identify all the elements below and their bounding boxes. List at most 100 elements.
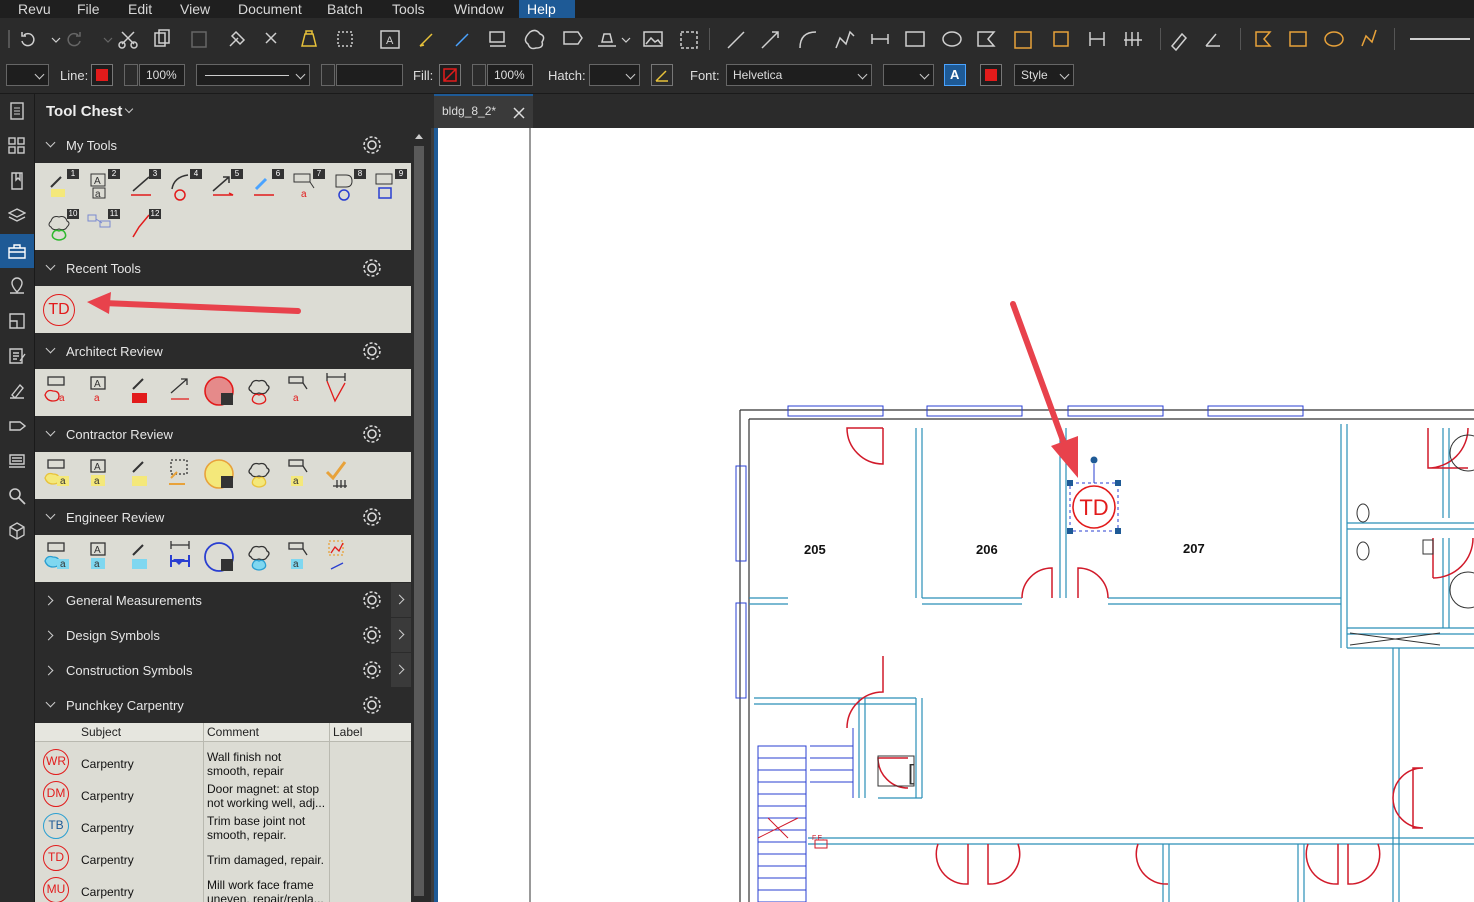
3d-icon[interactable]	[0, 514, 34, 548]
gear-icon[interactable]	[362, 590, 382, 610]
chevron-down-icon[interactable]	[45, 697, 56, 708]
menu-revu[interactable]: Revu	[10, 0, 59, 18]
text-color-icon[interactable]: A	[944, 64, 966, 86]
spaces-icon[interactable]	[0, 304, 34, 338]
fill-color-swatch[interactable]	[439, 64, 461, 86]
menu-window[interactable]: Window	[446, 0, 512, 18]
chevron-down-icon[interactable]	[45, 343, 56, 354]
panel-scrollbar[interactable]	[411, 94, 428, 902]
gear-icon[interactable]	[362, 135, 382, 155]
tool-arc-4[interactable]: 4	[168, 169, 202, 201]
menu-view[interactable]: View	[172, 0, 218, 18]
grid-view-icon[interactable]	[0, 129, 34, 163]
line-width-input[interactable]	[336, 64, 403, 86]
section-design-symbols[interactable]: Design Symbols	[35, 618, 411, 652]
chevron-down-icon[interactable]	[45, 426, 56, 437]
style-dropdown[interactable]: Style	[1014, 64, 1074, 86]
section-punchkey-carpentry[interactable]: Punchkey Carpentry	[35, 688, 411, 722]
tool-text-2[interactable]: Aa2	[86, 169, 120, 201]
contractor-tool-icons[interactable]: a Aa a	[35, 452, 411, 499]
tool-chest-icon[interactable]	[0, 234, 34, 268]
drawing-page[interactable]: [ 205 206 207 F.E. TD	[438, 128, 1474, 902]
menu-batch[interactable]: Batch	[319, 0, 371, 18]
table-row[interactable]: TB Carpentry Trim base joint not smooth,…	[35, 809, 411, 842]
gear-icon[interactable]	[362, 507, 382, 527]
tool-rectangle-9[interactable]: 9	[373, 169, 407, 201]
signatures-icon[interactable]	[0, 374, 34, 408]
font-size-dropdown[interactable]	[883, 64, 934, 86]
engineer-tool-icons[interactable]: a Aa a	[35, 535, 411, 582]
menu-file[interactable]: File	[69, 0, 108, 18]
tool-pen-6[interactable]: 6	[250, 169, 284, 201]
tags-icon[interactable]	[0, 409, 34, 443]
menu-edit[interactable]: Edit	[120, 0, 160, 18]
section-my-tools[interactable]: My Tools	[35, 128, 411, 162]
table-row[interactable]: WR Carpentry Wall finish not smooth, rep…	[35, 745, 411, 778]
column-label[interactable]: Label	[333, 725, 362, 739]
thumbnails-icon[interactable]	[0, 94, 34, 128]
fill-opacity-input[interactable]: 100%	[487, 64, 533, 86]
tool-callout-7[interactable]: a7	[291, 169, 325, 201]
section-general-measurements[interactable]: General Measurements	[35, 583, 411, 617]
panel-title-chevron-icon[interactable]	[124, 104, 134, 114]
section-architect-review[interactable]: Architect Review	[35, 334, 411, 368]
section-engineer-review[interactable]: Engineer Review	[35, 500, 411, 534]
chevron-right-icon[interactable]	[43, 630, 54, 641]
gear-icon[interactable]	[362, 424, 382, 444]
search-icon[interactable]	[0, 479, 34, 513]
tool-polyline-12[interactable]: 12	[127, 209, 161, 241]
gear-icon[interactable]	[362, 660, 382, 680]
chevron-down-icon[interactable]	[45, 137, 56, 148]
tool-cloud-10[interactable]: 10	[45, 209, 79, 241]
tool-line-3[interactable]: 3	[127, 169, 161, 201]
close-icon[interactable]	[512, 106, 526, 120]
chevron-right-icon[interactable]	[43, 665, 54, 676]
line-width-spinner[interactable]	[321, 64, 335, 86]
chevron-right-icon[interactable]	[43, 595, 54, 606]
gear-icon[interactable]	[362, 341, 382, 361]
table-row[interactable]: TD Carpentry Trim damaged, repair.	[35, 841, 411, 873]
table-row[interactable]: DM Carpentry Door magnet: at stop not wo…	[35, 777, 411, 810]
expand-arrow-button[interactable]	[391, 583, 411, 617]
architect-tool-icons[interactable]: a Aa a	[35, 369, 411, 416]
markups-list-icon[interactable]	[0, 339, 34, 373]
font-dropdown[interactable]: Helvetica	[726, 64, 872, 86]
tool-ellipse-8[interactable]: 8	[332, 169, 366, 201]
gear-icon[interactable]	[362, 258, 382, 278]
section-construction-symbols[interactable]: Construction Symbols	[35, 653, 411, 687]
column-subject[interactable]: Subject	[81, 725, 121, 739]
scroll-up-icon[interactable]	[415, 134, 423, 139]
section-contractor-review[interactable]: Contractor Review	[35, 417, 411, 451]
gear-icon[interactable]	[362, 695, 382, 715]
studio-icon[interactable]	[0, 444, 34, 478]
recent-tool-td[interactable]: TD	[43, 294, 75, 326]
line-opacity-spinner[interactable]	[124, 64, 138, 86]
scrollbar-thumb[interactable]	[414, 146, 424, 896]
tool-highlight-1[interactable]: 1	[45, 169, 79, 201]
chevron-down-icon[interactable]	[45, 509, 56, 520]
tool-cloud-plus-11[interactable]: 11	[86, 209, 120, 241]
bookmarks-icon[interactable]	[0, 164, 34, 198]
hatch-dropdown[interactable]	[589, 64, 640, 86]
section-recent-tools[interactable]: Recent Tools	[35, 251, 411, 285]
column-comment[interactable]: Comment	[207, 725, 259, 739]
places-icon[interactable]	[0, 269, 34, 303]
line-opacity-input[interactable]: 100%	[139, 64, 185, 86]
line-color-swatch[interactable]	[91, 64, 113, 86]
expand-arrow-button[interactable]	[391, 618, 411, 652]
table-row[interactable]: MU Carpentry Mill work face frame uneven…	[35, 873, 411, 902]
layers-icon[interactable]	[0, 199, 34, 233]
menu-help[interactable]: Help	[519, 0, 575, 18]
select-mode-dropdown[interactable]	[6, 64, 49, 86]
tool-arrow-5[interactable]: 5	[209, 169, 243, 201]
menu-tools[interactable]: Tools	[384, 0, 433, 18]
expand-arrow-button[interactable]	[391, 653, 411, 687]
text-fill-swatch[interactable]	[980, 64, 1002, 86]
menu-document[interactable]: Document	[230, 0, 310, 18]
fill-opacity-spinner[interactable]	[472, 64, 486, 86]
hatch-pattern-icon[interactable]	[651, 64, 673, 86]
gear-icon[interactable]	[362, 625, 382, 645]
document-tab[interactable]: bldg_8_2*	[434, 94, 533, 128]
line-style-dropdown[interactable]	[196, 64, 310, 86]
chevron-down-icon[interactable]	[45, 260, 56, 271]
